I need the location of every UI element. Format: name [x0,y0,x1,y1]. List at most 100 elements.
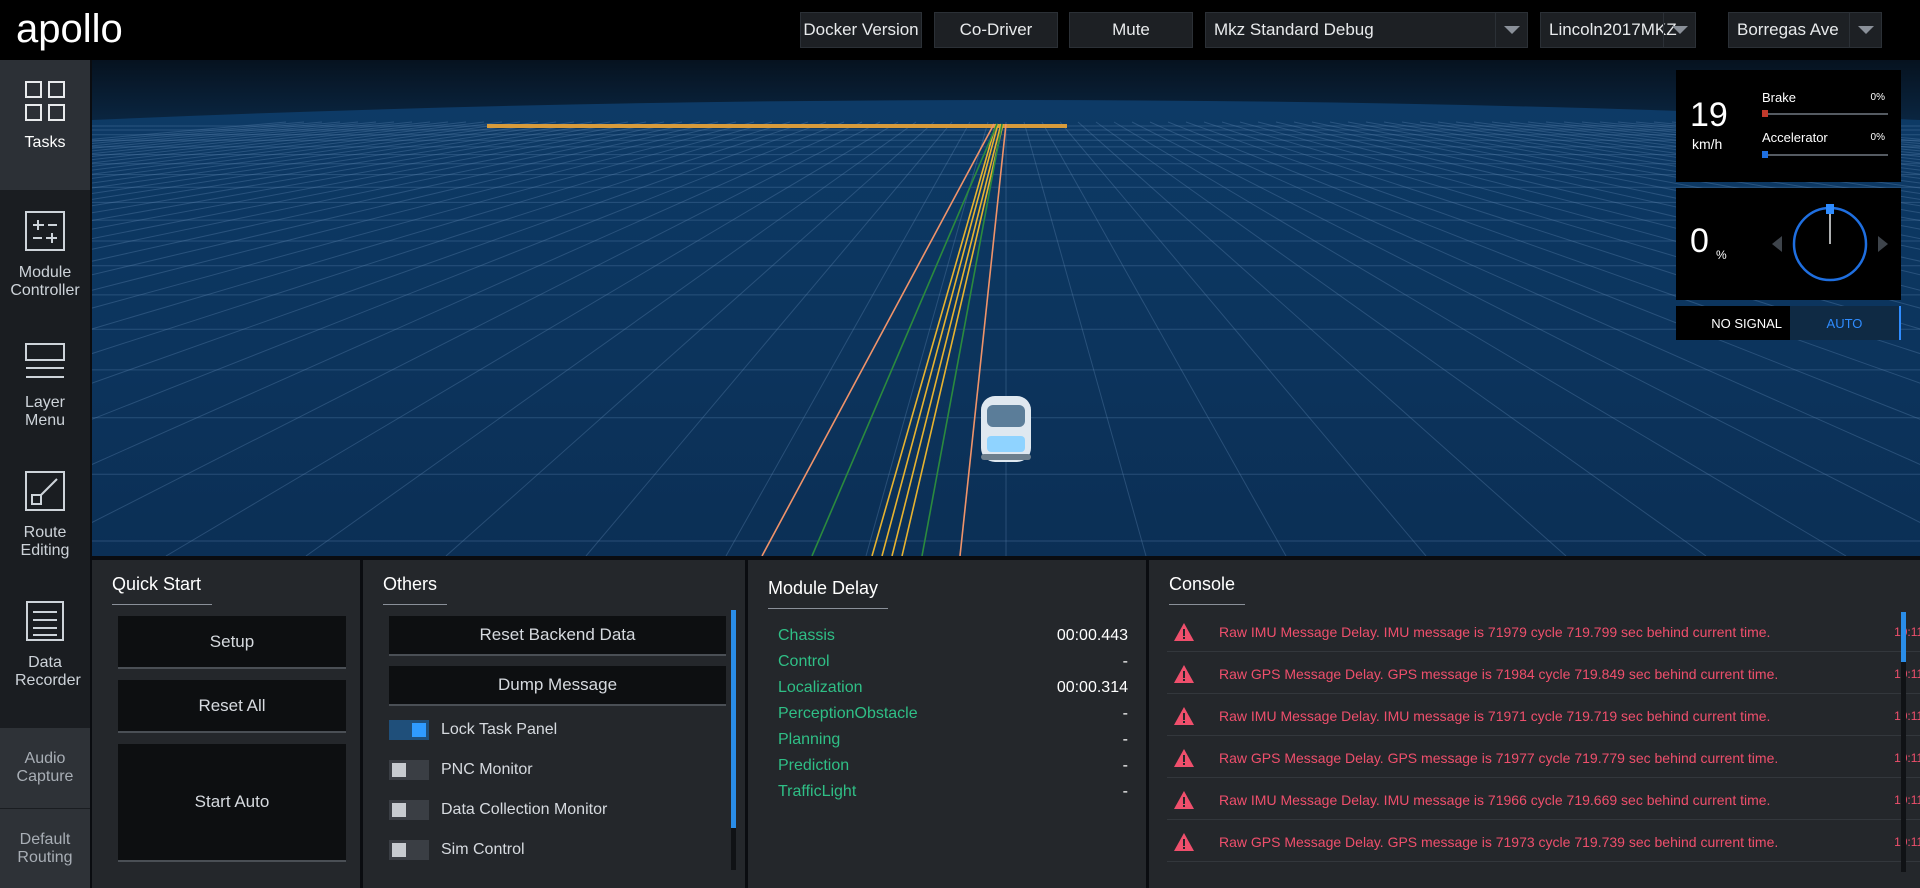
quick-start-title: Quick Start [112,574,202,594]
console-message-time: 10:11:11 [1894,666,1920,681]
toggle-switch[interactable] [389,720,429,740]
module-delay-value: - [1122,783,1128,800]
console-title: Console [1169,574,1236,594]
audio-capture-label: Audio Capture [16,750,74,785]
toggle-lock-task-panel[interactable]: Lock Task Panel [389,718,557,742]
audio-capture-button[interactable]: Audio Capture [0,728,90,808]
console-message-text: Raw IMU Message Delay. IMU message is 71… [1219,707,1771,724]
console-panel: Console Raw IMU Message Delay. IMU messa… [1149,560,1920,888]
speed-unit: km/h [1692,136,1723,152]
sidebar-item-label: Module Controller [10,264,80,299]
toggle-label: Lock Task Panel [441,721,558,738]
default-routing-button[interactable]: Default Routing [0,808,90,888]
vehicle-select[interactable]: Lincoln2017MKZ [1540,12,1696,48]
module-delay-row: Prediction - [778,754,1128,778]
toggle-knob [412,723,426,737]
console-message-time: 10:11:11 [1894,708,1920,723]
console-message-text: Raw GPS Message Delay. GPS message is 71… [1219,749,1779,766]
console-message-text: Raw GPS Message Delay. GPS message is 71… [1219,833,1779,850]
road-strip [487,124,1067,128]
grid-icon [23,78,67,124]
toggle-switch[interactable] [389,840,429,860]
warning-icon [1174,622,1194,641]
start-auto-button[interactable]: Start Auto [118,744,346,862]
scene-view[interactable] [92,60,1920,556]
sidebar-item-label: Tasks [24,134,66,151]
module-name: Planning [778,731,841,748]
console-message-row: Raw IMU Message Delay. IMU message is 71… [1167,612,1920,652]
layers-icon [23,338,67,384]
console-message-time: 10:11:11 [1894,750,1920,765]
sidebar-item-layer-menu[interactable]: Layer Menu [0,320,90,450]
toggle-knob [392,843,406,857]
steering-unit: % [1716,248,1727,262]
console-message-row: Raw GPS Message Delay. GPS message is 71… [1167,738,1920,778]
console-message-text: Raw GPS Message Delay. GPS message is 71… [1219,665,1779,682]
toggle-data-collection-monitor[interactable]: Data Collection Monitor [389,798,607,822]
sidebar-item-tasks[interactable]: Tasks [0,60,90,190]
others-title: Others [383,574,438,594]
sidebar-item-data-recorder[interactable]: Data Recorder [0,580,90,710]
module-delay-title: Module Delay [768,578,879,598]
mode-select-value: Mkz Standard Debug [1214,20,1374,39]
docker-version-button[interactable]: Docker Version [800,12,922,48]
apollo-logo: apollo [16,7,123,51]
sliders-icon [23,208,67,254]
warning-icon [1174,832,1194,851]
reset-all-button[interactable]: Reset All [118,680,346,733]
scrollbar-thumb[interactable] [1901,612,1906,662]
others-panel: Others Reset Backend Data Dump Message L… [363,560,745,888]
others-scrollbar[interactable] [731,610,736,870]
reset-backend-data-button[interactable]: Reset Backend Data [389,616,726,656]
sidebar-item-module-controller[interactable]: Module Controller [0,190,90,320]
toggle-pnc-monitor[interactable]: PNC Monitor [389,758,533,782]
driving-mode: AUTO [1790,306,1901,340]
module-delay-row: Planning - [778,728,1128,752]
module-name: PerceptionObstacle [778,705,918,722]
sidebar: Tasks Module Controller Layer Menu Route… [0,60,90,888]
accelerator-label: Accelerator [1762,130,1828,145]
chevron-down-icon [1663,13,1695,47]
mute-button[interactable]: Mute [1069,12,1193,48]
toggle-switch[interactable] [389,760,429,780]
chevron-down-icon [1495,13,1527,47]
accelerator-bar [1762,151,1888,158]
vehicle-select-value: Lincoln2017MKZ [1549,20,1677,39]
console-message-row: Raw IMU Message Delay. IMU message is 71… [1167,696,1920,736]
setup-button[interactable]: Setup [118,616,346,669]
scrollbar-thumb[interactable] [731,610,736,828]
brake-value: 0% [1870,92,1885,103]
module-delay-row: PerceptionObstacle - [778,702,1128,726]
console-message-time: 10:11:11 [1894,834,1920,849]
console-message-text: Raw IMU Message Delay. IMU message is 71… [1219,791,1771,808]
module-delay-row: Control - [778,650,1128,674]
module-delay-panel: Module Delay Chassis 00:00.443 Control - Loc… [748,560,1146,888]
warning-icon [1174,748,1194,767]
scene-canvas [92,60,1920,556]
quick-start-panel: Quick Start Setup Reset All Start Auto [92,560,360,888]
toggle-label: PNC Monitor [441,761,533,778]
co-driver-button[interactable]: Co-Driver [934,12,1058,48]
warning-icon [1174,790,1194,809]
sidebar-item-route-editing[interactable]: Route Editing [0,450,90,580]
brake-marker [1762,110,1768,117]
module-delay-value: - [1122,731,1128,748]
map-select-value: Borregas Ave [1737,20,1839,39]
default-routing-label: Default Routing [17,830,73,866]
module-name: Prediction [778,757,850,774]
console-scrollbar[interactable] [1901,612,1906,872]
title-underline [112,604,212,605]
console-message-row: Raw IMU Message Delay. IMU message is 71… [1167,780,1920,820]
brake-label: Brake [1762,90,1796,105]
route-icon [23,468,67,514]
toggle-sim-control[interactable]: Sim Control [389,838,525,862]
module-delay-value: 00:00.443 [1056,627,1128,644]
toggle-label: Data Collection Monitor [441,801,608,818]
toggle-switch[interactable] [389,800,429,820]
map-select[interactable]: Borregas Ave [1728,12,1882,48]
console-message-text: Raw IMU Message Delay. IMU message is 71… [1219,623,1771,640]
dump-message-button[interactable]: Dump Message [389,666,726,706]
accelerator-marker [1762,151,1768,158]
mode-select[interactable]: Mkz Standard Debug [1205,12,1528,48]
brake-bar [1762,110,1888,117]
